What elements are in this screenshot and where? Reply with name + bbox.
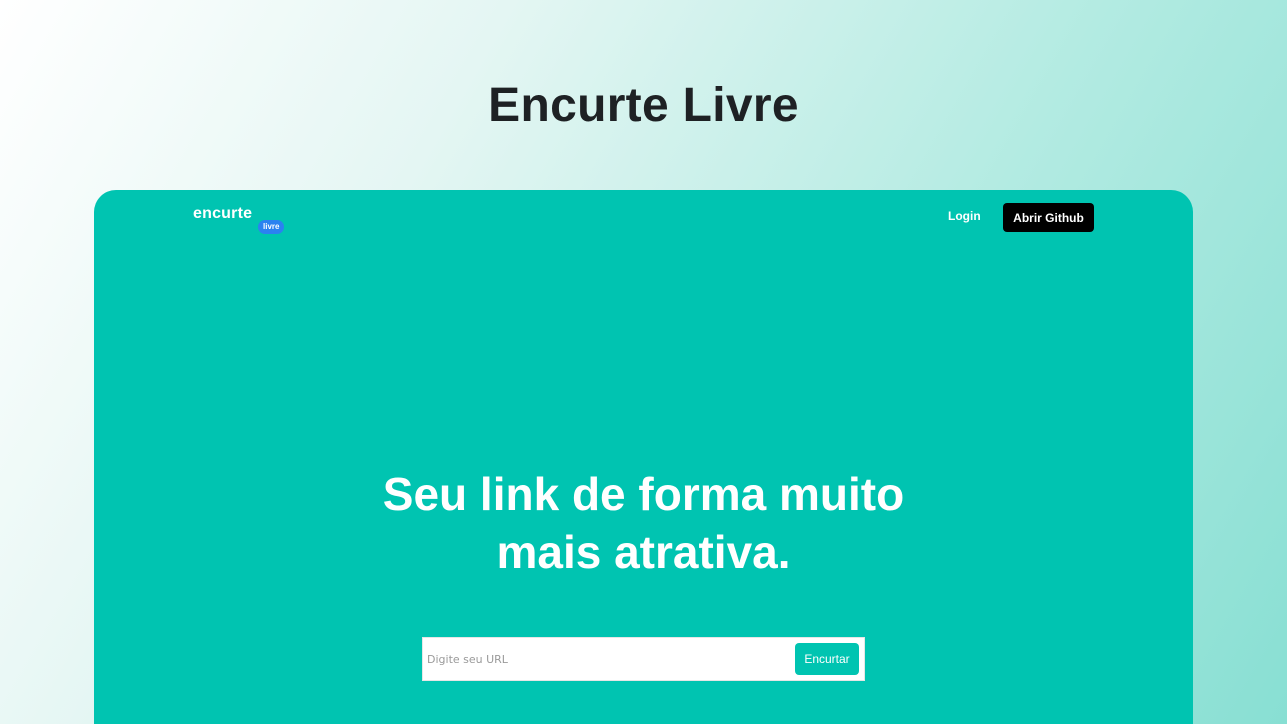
shorten-url-form: Encurtar bbox=[422, 637, 865, 681]
hero-title: Seu link de forma muito mais atrativa. bbox=[94, 465, 1193, 581]
login-button[interactable]: Login bbox=[948, 209, 981, 223]
app-preview-frame: encurte livre Login Abrir Github Seu lin… bbox=[94, 190, 1193, 724]
hero-title-line-1: Seu link de forma muito bbox=[382, 468, 905, 520]
url-input[interactable] bbox=[427, 645, 787, 673]
logo-wordmark: encurte bbox=[193, 205, 253, 222]
logo-badge: livre bbox=[258, 220, 285, 234]
shorten-button[interactable]: Encurtar bbox=[795, 643, 859, 675]
hero-title-line-2: mais atrativa. bbox=[496, 526, 791, 578]
logo[interactable]: encurte livre bbox=[193, 205, 293, 237]
page-title: Encurte Livre bbox=[488, 79, 799, 132]
open-github-button[interactable]: Abrir Github bbox=[1003, 203, 1094, 232]
